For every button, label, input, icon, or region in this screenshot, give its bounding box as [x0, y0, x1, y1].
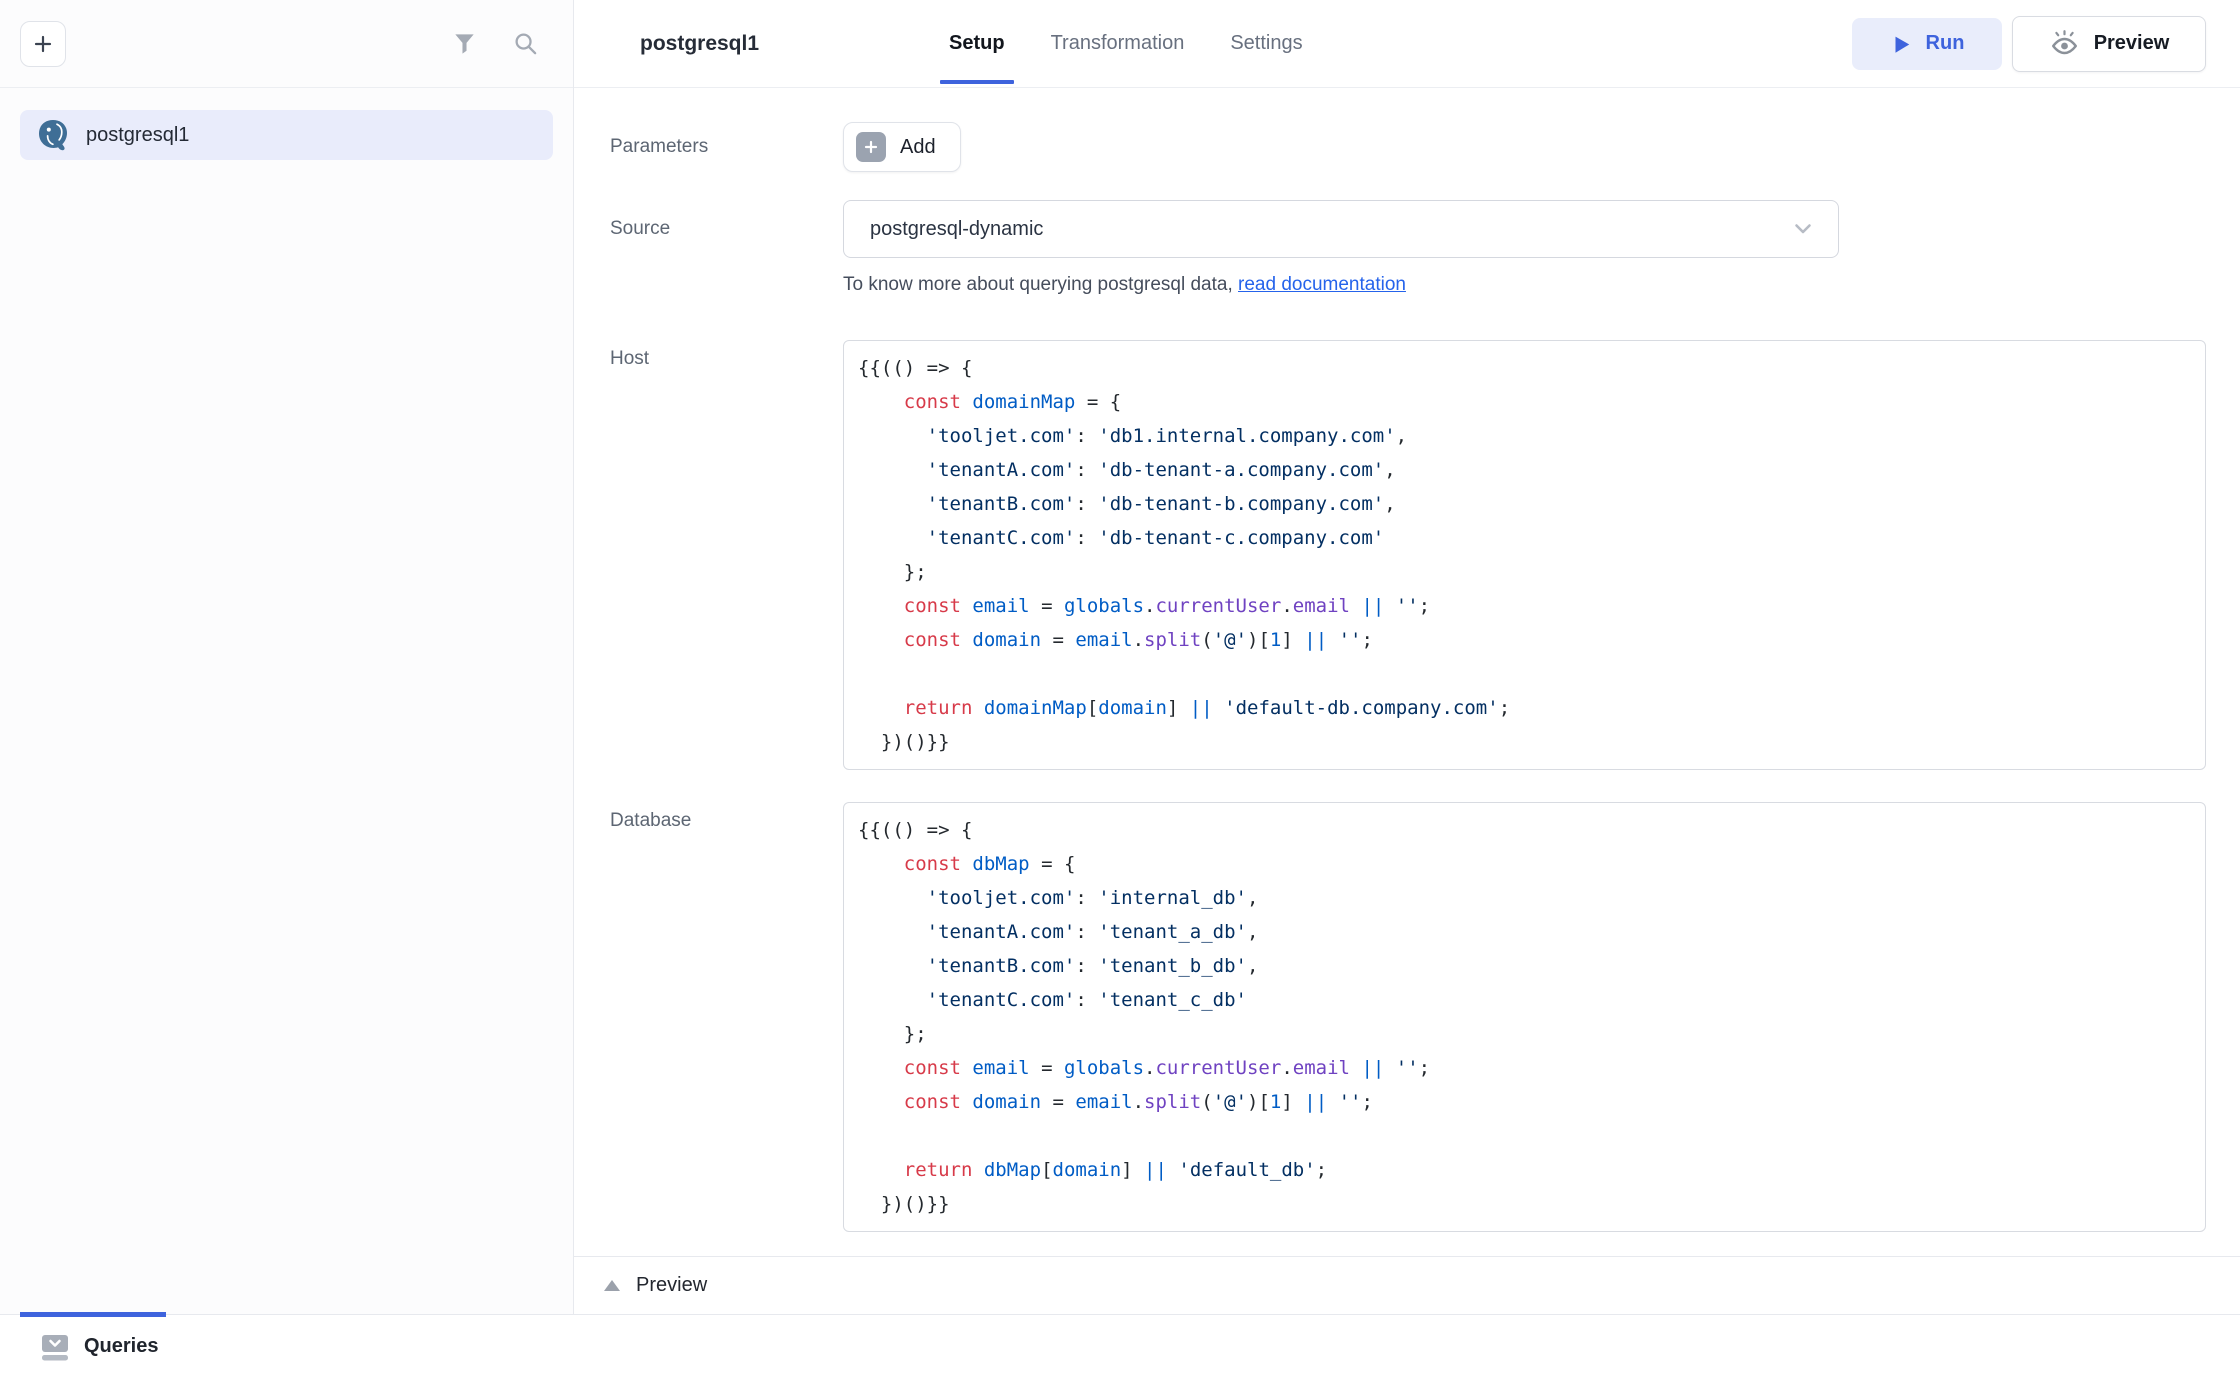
code-line: return domainMap[domain] || 'default-db.… [858, 691, 2191, 725]
query-editor-panel: postgresql1 Setup Transformation Setting… [574, 0, 2240, 1314]
source-select-value: postgresql-dynamic [870, 218, 1043, 241]
code-line: const domainMap = { [858, 385, 2191, 419]
code-line: const domain = email.split('@')[1] || ''… [858, 1085, 2191, 1119]
preview-panel-toggle[interactable]: Preview [574, 1256, 2240, 1314]
query-list: postgresql1 [0, 88, 573, 160]
code-line: return dbMap[domain] || 'default_db'; [858, 1153, 2191, 1187]
header-actions: Run Preview [1852, 16, 2206, 72]
tab-settings[interactable]: Settings [1230, 0, 1302, 87]
queries-sidebar: postgresql1 [0, 0, 574, 1314]
source-row: Source postgresql-dynamic To know more a… [610, 200, 2206, 296]
code-line: 'tenantA.com': 'tenant_a_db', [858, 915, 2191, 949]
code-line: const email = globals.currentUser.email … [858, 1051, 2191, 1085]
add-button-label: Add [900, 136, 936, 159]
read-documentation-link[interactable]: read documentation [1238, 274, 1406, 295]
caret-up-icon [604, 1280, 620, 1291]
source-label: Source [610, 200, 843, 296]
add-parameter-button[interactable]: Add [843, 122, 961, 172]
queries-panel-icon [40, 1332, 70, 1362]
add-query-button[interactable] [20, 21, 66, 67]
code-line: const domain = email.split('@')[1] || ''… [858, 623, 2191, 657]
search-icon[interactable] [512, 30, 539, 57]
active-tab-indicator [20, 1312, 166, 1317]
setup-form: Parameters Add Source po [574, 88, 2240, 1256]
parameters-label: Parameters [610, 122, 843, 172]
code-line: 'tenantC.com': 'db-tenant-c.company.com' [858, 521, 2191, 555]
code-line: })()}} [858, 725, 2191, 759]
code-line: }; [858, 555, 2191, 589]
database-editor[interactable]: {{(() => { const dbMap = { 'tooljet.com'… [843, 802, 2206, 1232]
database-label: Database [610, 802, 843, 1232]
source-select[interactable]: postgresql-dynamic [843, 200, 1839, 258]
postgresql-icon [36, 118, 70, 152]
code-line: {{(() => { [858, 813, 2191, 847]
run-button[interactable]: Run [1852, 18, 2002, 70]
plus-icon [856, 132, 886, 162]
code-line [858, 657, 2191, 691]
tab-transformation[interactable]: Transformation [1051, 0, 1185, 87]
code-line: 'tenantB.com': 'tenant_b_db', [858, 949, 2191, 983]
code-line: 'tooljet.com': 'internal_db', [858, 881, 2191, 915]
sidebar-header-icons [451, 30, 539, 57]
sidebar-item-label: postgresql1 [86, 124, 189, 147]
code-line: 'tenantA.com': 'db-tenant-a.company.com'… [858, 453, 2191, 487]
queries-tab[interactable]: Queries [40, 1332, 158, 1362]
app-window: postgresql1 postgresql1 Setup Transforma… [0, 0, 2240, 1378]
code-line: 'tenantC.com': 'tenant_c_db' [858, 983, 2191, 1017]
preview-panel-label: Preview [636, 1274, 707, 1297]
editor-tabs: Setup Transformation Settings [949, 0, 1303, 87]
plus-icon [31, 32, 55, 56]
code-line: 'tooljet.com': 'db1.internal.company.com… [858, 419, 2191, 453]
query-header: postgresql1 Setup Transformation Setting… [574, 0, 2240, 88]
queries-tab-label: Queries [84, 1335, 158, 1358]
play-icon [1890, 33, 1912, 55]
code-line: }; [858, 1017, 2191, 1051]
workspace: postgresql1 postgresql1 Setup Transforma… [0, 0, 2240, 1314]
host-editor[interactable]: {{(() => { const domainMap = { 'tooljet.… [843, 340, 2206, 770]
code-line: })()}} [858, 1187, 2191, 1221]
code-line: const dbMap = { [858, 847, 2191, 881]
host-label: Host [610, 340, 843, 770]
tab-setup[interactable]: Setup [949, 0, 1005, 87]
eye-icon [2049, 28, 2080, 59]
filter-icon[interactable] [451, 30, 478, 57]
code-line [858, 1119, 2191, 1153]
code-line: const email = globals.currentUser.email … [858, 589, 2191, 623]
preview-button[interactable]: Preview [2012, 16, 2206, 72]
run-button-label: Run [1926, 32, 1965, 55]
preview-button-label: Preview [2094, 32, 2170, 55]
sidebar-item-postgresql1[interactable]: postgresql1 [20, 110, 553, 160]
host-row: Host {{(() => { const domainMap = { 'too… [610, 340, 2206, 770]
code-line: {{(() => { [858, 351, 2191, 385]
chevron-down-icon [1790, 216, 1816, 242]
helper-text: To know more about querying postgresql d… [843, 274, 2206, 296]
bottom-panel-bar: Queries [0, 1314, 2240, 1378]
database-row: Database {{(() => { const dbMap = { 'too… [610, 802, 2206, 1232]
parameters-row: Parameters Add [610, 122, 2206, 172]
sidebar-header [0, 0, 573, 88]
code-line: 'tenantB.com': 'db-tenant-b.company.com'… [858, 487, 2191, 521]
page-title: postgresql1 [640, 32, 759, 56]
